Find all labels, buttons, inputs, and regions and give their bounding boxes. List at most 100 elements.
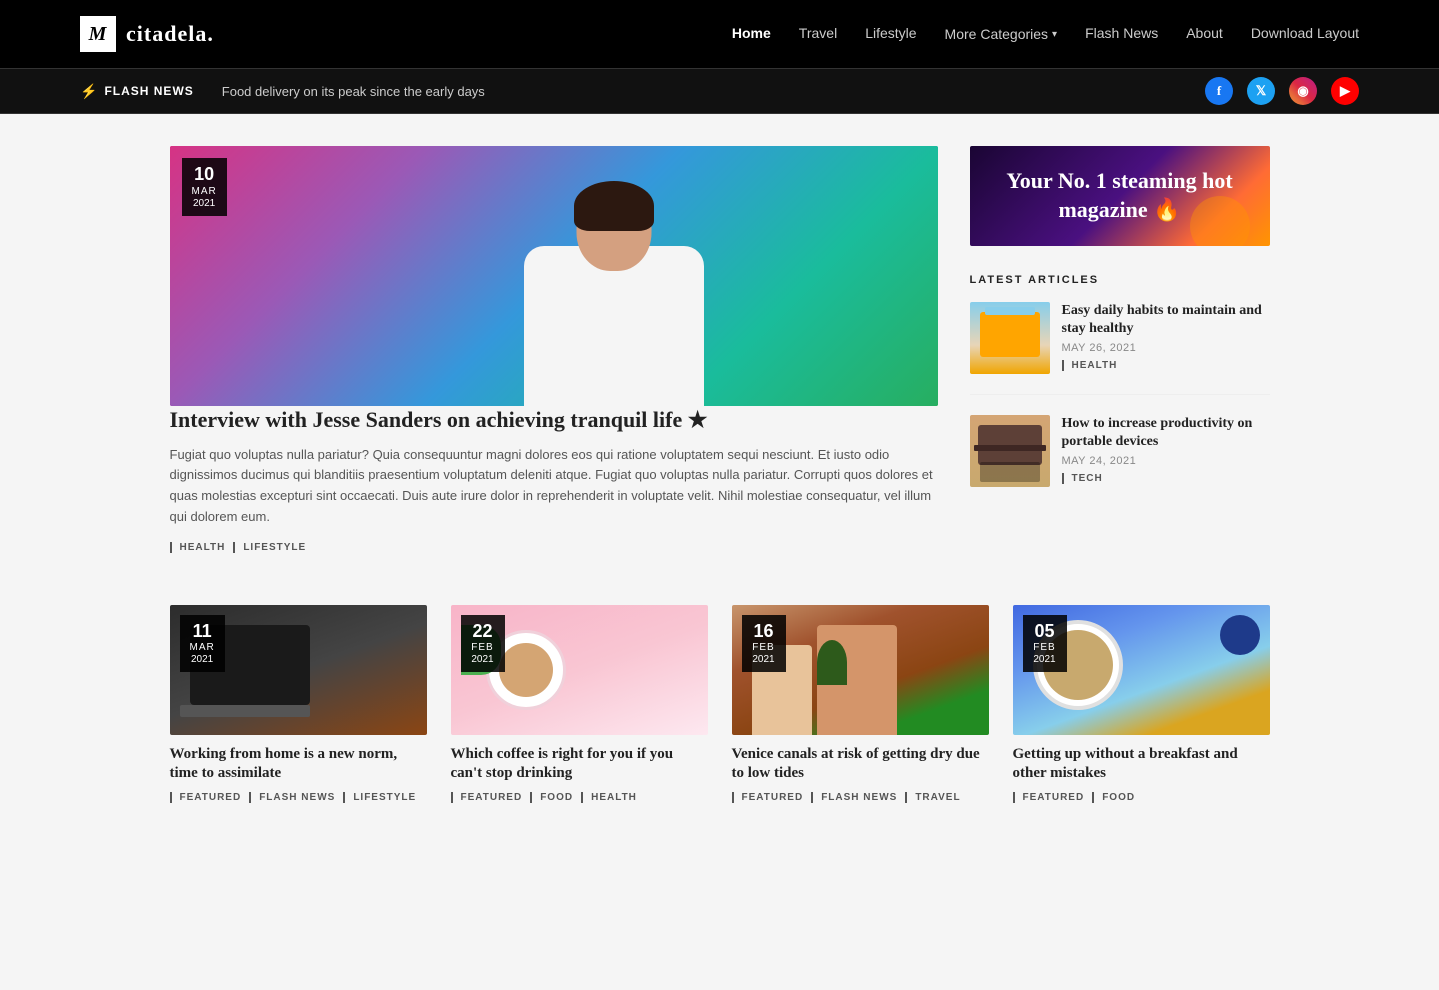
grid-title-coffee[interactable]: Which coffee is right for you if you can… <box>451 745 708 784</box>
nav-item-lifestyle[interactable]: Lifestyle <box>865 25 916 43</box>
productivity-image <box>970 415 1050 487</box>
nav-item-more[interactable]: More Categories ▾ <box>945 26 1058 42</box>
hero-person <box>514 156 714 406</box>
logo[interactable]: M citadela. <box>80 16 214 52</box>
nav-item-download[interactable]: Download Layout <box>1251 25 1359 43</box>
grid-tags-venice: FEATURED FLASH NEWS TRAVEL <box>732 792 989 803</box>
grid-date-4: 05 FEB 2021 <box>1023 615 1067 673</box>
latest-article-2[interactable]: How to increase productivity on portable… <box>970 415 1270 507</box>
grid-tag-venice-1[interactable]: FLASH NEWS <box>811 792 897 803</box>
bottom-grid: 11 MAR 2021 Working from home is a new n… <box>150 605 1290 803</box>
nav-link-about[interactable]: About <box>1186 25 1223 41</box>
main-content: 10 MAR 2021 Interview with Jesse Sanders… <box>150 146 1290 573</box>
facebook-icon[interactable]: f <box>1205 77 1233 105</box>
nav-links: Home Travel Lifestyle More Categories ▾ … <box>732 25 1359 43</box>
bolt-icon: ⚡ <box>80 83 98 100</box>
grid-card-breakfast: 05 FEB 2021 Getting up without a breakfa… <box>1013 605 1270 803</box>
nav-item-home[interactable]: Home <box>732 25 771 43</box>
venice-door <box>817 640 847 685</box>
grid-tag-coffee-0[interactable]: FEATURED <box>451 792 523 803</box>
habits-img-accent2 <box>985 307 1035 315</box>
grid-tags-laptop: FEATURED FLASH NEWS LIFESTYLE <box>170 792 427 803</box>
article-thumb-productivity <box>970 415 1050 487</box>
article-date-productivity: MAY 24, 2021 <box>1062 455 1270 467</box>
logo-icon: M <box>80 16 116 52</box>
hero-image[interactable]: 10 MAR 2021 <box>170 146 938 406</box>
grid-tag-venice-2[interactable]: TRAVEL <box>905 792 960 803</box>
grid-tags-coffee: FEATURED FOOD HEALTH <box>451 792 708 803</box>
laptop-base <box>180 705 310 717</box>
article-thumb-habits <box>970 302 1050 374</box>
grid-tags-breakfast: FEATURED FOOD <box>1013 792 1270 803</box>
grid-tag-breakfast-1[interactable]: FOOD <box>1092 792 1135 803</box>
grid-date-1: 11 MAR 2021 <box>180 615 225 673</box>
article-tags-productivity: TECH <box>1062 473 1270 484</box>
nav-link-travel[interactable]: Travel <box>799 25 837 41</box>
chevron-down-icon: ▾ <box>1052 29 1057 40</box>
hero-tag-health[interactable]: Health <box>170 542 226 553</box>
nav-link-download[interactable]: Download Layout <box>1251 25 1359 41</box>
grid-title-laptop[interactable]: Working from home is a new norm, time to… <box>170 745 427 784</box>
grid-card-laptop: 11 MAR 2021 Working from home is a new n… <box>170 605 427 803</box>
hero-tags: Health Lifestyle <box>170 542 938 553</box>
grid-img-venice[interactable]: 16 FEB 2021 <box>732 605 989 735</box>
instagram-icon[interactable]: ◉ <box>1289 77 1317 105</box>
grid-tag-coffee-1[interactable]: FOOD <box>530 792 573 803</box>
article-title-productivity[interactable]: How to increase productivity on portable… <box>1062 415 1270 451</box>
latest-articles-label: LATEST ARTICLES <box>970 274 1270 286</box>
productivity-img-base <box>974 445 1046 451</box>
habits-image <box>970 302 1050 374</box>
grid-date-3: 16 FEB 2021 <box>742 615 786 673</box>
grid-img-coffee[interactable]: 22 FEB 2021 <box>451 605 708 735</box>
youtube-icon[interactable]: ▶ <box>1331 77 1359 105</box>
promo-banner-text: Your No. 1 steaming hot magazine 🔥 <box>970 167 1270 224</box>
grid-tag-laptop-2[interactable]: LIFESTYLE <box>343 792 416 803</box>
nav-item-flash[interactable]: Flash News <box>1085 25 1158 43</box>
hero-excerpt: Fugiat quo voluptas nulla pariatur? Quia… <box>170 445 938 528</box>
site-name: citadela. <box>126 21 214 47</box>
nav-item-about[interactable]: About <box>1186 25 1223 43</box>
nav-link-more[interactable]: More Categories ▾ <box>945 26 1058 42</box>
coffee-liquid <box>499 643 553 697</box>
right-column: Your No. 1 steaming hot magazine 🔥 LATES… <box>970 146 1270 573</box>
social-icons: f 𝕏 ◉ ▶ <box>1205 77 1359 105</box>
article-tag-habits-health[interactable]: HEALTH <box>1062 360 1118 371</box>
article-tag-productivity-tech[interactable]: TECH <box>1062 473 1103 484</box>
grid-img-breakfast[interactable]: 05 FEB 2021 <box>1013 605 1270 735</box>
navbar: M citadela. Home Travel Lifestyle More C… <box>0 0 1439 68</box>
grid-title-breakfast[interactable]: Getting up without a breakfast and other… <box>1013 745 1270 784</box>
article-title-habits[interactable]: Easy daily habits to maintain and stay h… <box>1062 302 1270 338</box>
hero-article: 10 MAR 2021 Interview with Jesse Sanders… <box>170 146 938 553</box>
nav-link-flash[interactable]: Flash News <box>1085 25 1158 41</box>
grid-img-laptop[interactable]: 11 MAR 2021 <box>170 605 427 735</box>
grid-date-2: 22 FEB 2021 <box>461 615 505 673</box>
hero-tag-lifestyle[interactable]: Lifestyle <box>233 542 306 553</box>
grid-tag-venice-0[interactable]: FEATURED <box>732 792 804 803</box>
article-info-productivity: How to increase productivity on portable… <box>1062 415 1270 487</box>
article-date-habits: MAY 26, 2021 <box>1062 342 1270 354</box>
flash-news-label: ⚡ Flash News <box>80 83 194 100</box>
breakfast-cup <box>1220 615 1260 655</box>
article-info-habits: Easy daily habits to maintain and stay h… <box>1062 302 1270 374</box>
grid-tag-laptop-1[interactable]: FLASH NEWS <box>249 792 335 803</box>
grid-tag-coffee-2[interactable]: HEALTH <box>581 792 637 803</box>
grid-tag-breakfast-0[interactable]: FEATURED <box>1013 792 1085 803</box>
left-column: 10 MAR 2021 Interview with Jesse Sanders… <box>170 146 938 573</box>
flash-news-text: Food delivery on its peak since the earl… <box>222 84 1205 99</box>
habits-img-accent <box>980 312 1040 357</box>
hero-date-badge: 10 MAR 2021 <box>182 158 227 216</box>
nav-link-lifestyle[interactable]: Lifestyle <box>865 25 916 41</box>
latest-article-1[interactable]: Easy daily habits to maintain and stay h… <box>970 302 1270 395</box>
article-tags-habits: HEALTH <box>1062 360 1270 371</box>
hero-title[interactable]: Interview with Jesse Sanders on achievin… <box>170 406 938 435</box>
nav-item-travel[interactable]: Travel <box>799 25 837 43</box>
person-hair <box>574 181 654 231</box>
flash-bar: ⚡ Flash News Food delivery on its peak s… <box>0 68 1439 114</box>
grid-tag-laptop-0[interactable]: FEATURED <box>170 792 242 803</box>
twitter-icon[interactable]: 𝕏 <box>1247 77 1275 105</box>
grid-card-coffee: 22 FEB 2021 Which coffee is right for yo… <box>451 605 708 803</box>
nav-link-home[interactable]: Home <box>732 25 771 41</box>
promo-banner[interactable]: Your No. 1 steaming hot magazine 🔥 <box>970 146 1270 246</box>
grid-card-venice: 16 FEB 2021 Venice canals at risk of get… <box>732 605 989 803</box>
grid-title-venice[interactable]: Venice canals at risk of getting dry due… <box>732 745 989 784</box>
